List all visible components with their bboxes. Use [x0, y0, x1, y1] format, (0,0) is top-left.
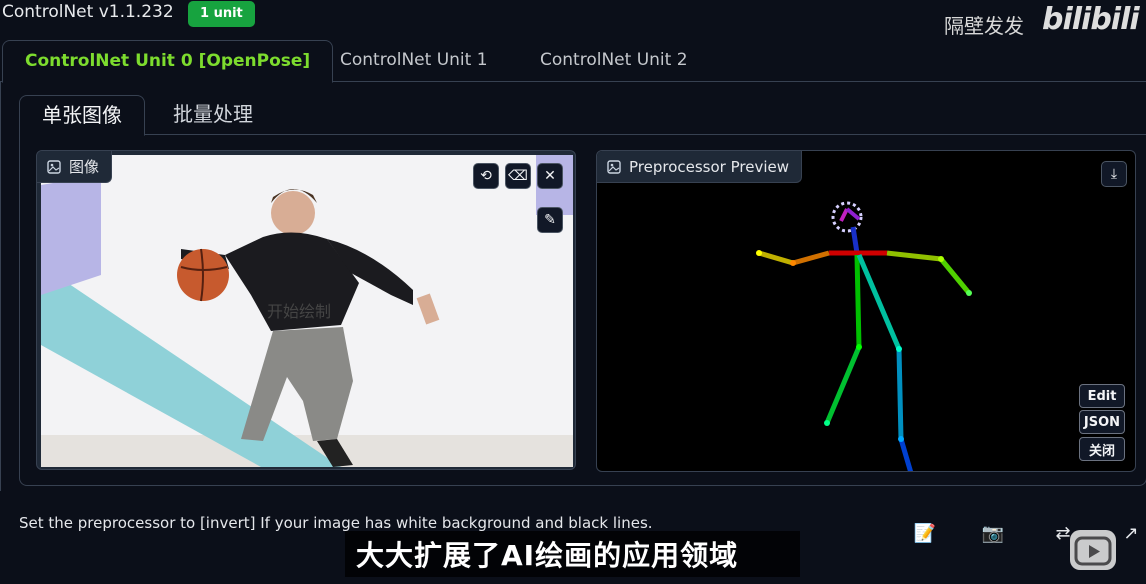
source-photo[interactable]: 开始绘制 — [41, 155, 573, 467]
close-preview-button[interactable]: 关闭 — [1079, 437, 1125, 461]
json-button[interactable]: JSON — [1079, 410, 1125, 434]
tab-controlnet-unit-1[interactable]: ControlNet Unit 1 — [318, 40, 510, 82]
image-input-panel[interactable]: 图像 开始绘制 ⟲ ⌫ ✕ ✎ — [36, 150, 576, 470]
video-subtitle: 大大扩展了AI绘画的应用领域 — [356, 539, 739, 572]
preprocessor-preview-panel: Preprocessor Preview ⤓ — [596, 150, 1136, 472]
openpose-skeleton — [756, 201, 972, 471]
bilibili-play-icon — [1070, 530, 1116, 570]
camera-icon[interactable]: 📷 — [980, 520, 1006, 546]
note-icon[interactable]: 📝 — [912, 520, 938, 546]
arrow-icon[interactable]: ↗ — [1118, 520, 1144, 546]
preview-label: Preprocessor Preview — [597, 151, 802, 183]
app-title: ControlNet v1.1.232 — [2, 2, 174, 22]
eraser-icon[interactable]: ⌫ — [505, 163, 531, 189]
tab-controlnet-unit-0[interactable]: ControlNet Unit 0 [OpenPose] — [2, 40, 334, 83]
image-input-title: 图像 — [69, 158, 100, 176]
preprocessor-hint: Set the preprocessor to [invert] If your… — [19, 514, 653, 532]
edit-button[interactable]: Edit — [1079, 384, 1125, 408]
uploader-watermark: 隔壁发发 — [944, 14, 1024, 38]
bilibili-logo: bilibili — [1042, 2, 1140, 37]
image-icon — [607, 159, 621, 174]
undo-icon[interactable]: ⟲ — [473, 163, 499, 189]
tab-single-image[interactable]: 单张图像 — [19, 95, 145, 136]
close-icon[interactable]: ✕ — [537, 163, 563, 189]
draw-overlay-text: 开始绘制 — [267, 302, 331, 321]
preview-title: Preprocessor Preview — [629, 157, 789, 176]
download-icon[interactable]: ⤓ — [1101, 161, 1127, 187]
controlnet-unit-tabs: ControlNet Unit 0 [OpenPose] ControlNet … — [0, 40, 1146, 83]
brush-icon[interactable]: ✎ — [537, 207, 563, 233]
image-input-label: 图像 — [37, 151, 113, 183]
image-icon — [47, 159, 61, 174]
play-icon — [1074, 536, 1112, 566]
tab-controlnet-unit-2[interactable]: ControlNet Unit 2 — [518, 40, 710, 82]
unit-count-badge: 1 unit — [188, 1, 255, 27]
tab-batch[interactable]: 批量处理 — [151, 95, 275, 135]
mode-tabs: 单张图像 批量处理 — [19, 95, 1146, 136]
source-photo-drawing: 开始绘制 — [41, 155, 573, 467]
